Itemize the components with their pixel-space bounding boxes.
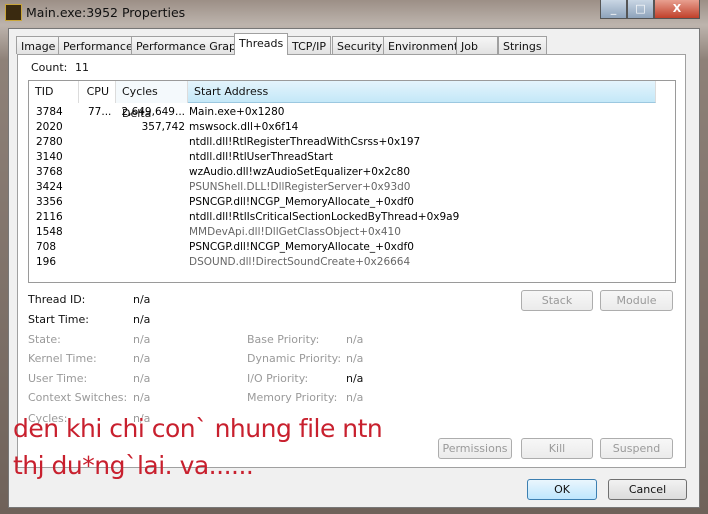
thread-row[interactable]: 3424 PSUNShell.DLL!DllRegisterServer+0x93… — [29, 180, 669, 195]
thread-tid: 196 — [36, 256, 57, 268]
thread-row[interactable]: 2020 357,742 mswsock.dll+0x6f14 — [29, 120, 669, 135]
annotation-line-2: thj du*ng`lai. va...... — [13, 451, 254, 480]
io-priority-label: I/O Priority: — [247, 372, 309, 385]
thread-start-address: ntdll.dll!RtlRegisterThreadWithCsrss+0x1… — [189, 136, 421, 148]
start-time-value: n/a — [133, 313, 151, 326]
tab-performance-graph[interactable]: Performance Graph — [131, 36, 248, 54]
suspend-button[interactable]: Suspend — [600, 438, 673, 459]
dynamic-priority-value: n/a — [346, 352, 364, 365]
thread-start-address: Main.exe+0x1280 — [189, 106, 285, 118]
kill-button[interactable]: Kill — [521, 438, 593, 459]
thread-row[interactable]: 1548 MMDevApi.dll!DllGetClassObject+0x410 — [29, 225, 669, 240]
thread-tid: 3140 — [36, 151, 63, 163]
user-time-label: User Time: — [28, 372, 88, 385]
user-time-value: n/a — [133, 372, 151, 385]
context-switches-label: Context Switches: — [28, 391, 128, 404]
thread-row[interactable]: 196 DSOUND.dll!DirectSoundCreate+0x26664 — [29, 255, 669, 270]
stack-button[interactable]: Stack — [521, 290, 593, 311]
module-button[interactable]: Module — [600, 290, 673, 311]
thread-start-address: MMDevApi.dll!DllGetClassObject+0x410 — [189, 226, 401, 238]
thread-cpu: 77... — [88, 106, 112, 118]
tab-job[interactable]: Job — [456, 36, 498, 54]
thread-start-address: ntdll.dll!RtlIsCriticalSectionLockedByTh… — [189, 211, 460, 223]
thread-tid: 3424 — [36, 181, 63, 193]
thread-tid: 708 — [36, 241, 57, 253]
kernel-time-value: n/a — [133, 352, 151, 365]
column-tid[interactable]: TID — [29, 81, 79, 103]
app-icon — [5, 4, 22, 21]
thread-cycles-delta: 2,649,649... — [121, 106, 185, 118]
thread-start-address: PSNCGP.dll!NCGP_MemoryAllocate_+0xdf0 — [189, 241, 414, 253]
tab-image[interactable]: Image — [16, 36, 61, 54]
thread-start-address: DSOUND.dll!DirectSoundCreate+0x26664 — [189, 256, 411, 268]
thread-row[interactable]: 2116 ntdll.dll!RtlIsCriticalSectionLocked… — [29, 210, 669, 225]
tab-security[interactable]: Security — [332, 36, 388, 54]
tab-threads[interactable]: Threads — [234, 33, 289, 55]
tab-tcpip[interactable]: TCP/IP — [287, 36, 331, 54]
column-cpu[interactable]: CPU — [79, 81, 116, 103]
window-title: Main.exe:3952 Properties — [26, 5, 186, 20]
column-start-address[interactable]: Start Address — [188, 81, 656, 103]
thread-start-address: PSNCGP.dll!NCGP_MemoryAllocate_+0xdf0 — [189, 196, 414, 208]
thread-tid: 1548 — [36, 226, 63, 238]
thread-row[interactable]: 2780 ntdll.dll!RtlRegisterThreadWithCsrss… — [29, 135, 669, 150]
memory-priority-label: Memory Priority: — [247, 391, 338, 404]
thread-tid: 2020 — [36, 121, 63, 133]
thread-row[interactable]: 3768 wzAudio.dll!wzAudioSetEqualizer+0x2c… — [29, 165, 669, 180]
kernel-time-label: Kernel Time: — [28, 352, 97, 365]
start-time-label: Start Time: — [28, 313, 89, 326]
thread-id-label: Thread ID: — [28, 293, 86, 306]
thread-tid: 2116 — [36, 211, 63, 223]
base-priority-value: n/a — [346, 333, 364, 346]
thread-tid: 3768 — [36, 166, 63, 178]
ok-button[interactable]: OK — [527, 479, 597, 500]
tab-performance[interactable]: Performance — [58, 36, 138, 54]
threads-list[interactable]: TID CPU Cycles Delta Start Address 3784 7… — [28, 80, 676, 283]
thread-start-address: mswsock.dll+0x6f14 — [189, 121, 299, 133]
count-label: Count: — [31, 61, 68, 74]
io-priority-value: n/a — [346, 372, 364, 385]
column-cycles-delta[interactable]: Cycles Delta — [116, 81, 188, 120]
thread-row[interactable]: 3140 ntdll.dll!RtlUserThreadStart — [29, 150, 669, 165]
context-switches-value: n/a — [133, 391, 151, 404]
thread-row[interactable]: 708 PSNCGP.dll!NCGP_MemoryAllocate_+0xdf0 — [29, 240, 669, 255]
dynamic-priority-label: Dynamic Priority: — [247, 352, 342, 365]
tab-environment[interactable]: Environment — [383, 36, 464, 54]
state-label: State: — [28, 333, 61, 346]
state-value: n/a — [133, 333, 151, 346]
annotation-line-1: den khi chi con` nhung file ntn — [13, 414, 383, 443]
thread-start-address: ntdll.dll!RtlUserThreadStart — [189, 151, 333, 163]
permissions-button[interactable]: Permissions — [438, 438, 512, 459]
thread-tid: 2780 — [36, 136, 63, 148]
close-button[interactable]: X — [654, 0, 700, 19]
maximize-button[interactable]: □ — [627, 0, 654, 19]
cancel-button[interactable]: Cancel — [608, 479, 687, 500]
thread-start-address: wzAudio.dll!wzAudioSetEqualizer+0x2c80 — [189, 166, 411, 178]
thread-tid: 3784 — [36, 106, 63, 118]
thread-cycles-delta: 357,742 — [141, 121, 185, 133]
minimize-button[interactable]: _ — [600, 0, 627, 19]
count-value: 11 — [75, 61, 89, 74]
thread-tid: 3356 — [36, 196, 63, 208]
memory-priority-value: n/a — [346, 391, 364, 404]
base-priority-label: Base Priority: — [247, 333, 320, 346]
thread-row[interactable]: 3356 PSNCGP.dll!NCGP_MemoryAllocate_+0xdf… — [29, 195, 669, 210]
thread-id-value: n/a — [133, 293, 151, 306]
thread-row[interactable]: 3784 77... 2,649,649... Main.exe+0x1280 — [29, 105, 669, 120]
thread-start-address: PSUNShell.DLL!DllRegisterServer+0x93d0 — [189, 181, 411, 193]
tab-strings[interactable]: Strings — [498, 36, 547, 54]
